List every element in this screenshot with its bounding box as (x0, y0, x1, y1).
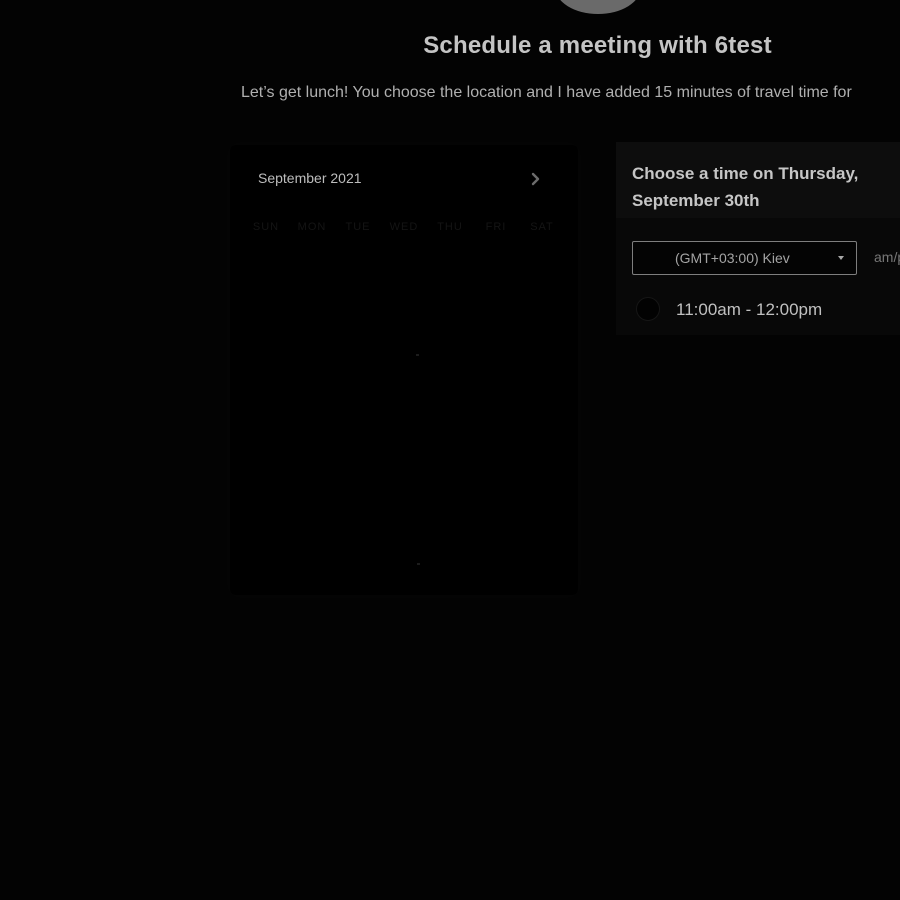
selected-date-heading: Choose a time on Thursday, September 30t… (632, 164, 859, 210)
availability-dot (416, 354, 419, 356)
time-format-toggle[interactable]: am/pm (874, 249, 900, 265)
weekday-label: FRI (485, 221, 507, 233)
time-panel-header: Choose a time on Thursday, September 30t… (616, 142, 900, 218)
weekday-label: THU (437, 221, 463, 233)
timezone-value: (GMT+03:00) Kiev (675, 250, 790, 266)
scheduling-page: Schedule a meeting with 6test Let’s get … (0, 0, 900, 900)
availability-dot (417, 563, 420, 565)
weekday-label: MON (297, 221, 327, 233)
weekday-label: WED (389, 221, 419, 233)
page-title: Schedule a meeting with 6test (423, 32, 772, 59)
caret-down-icon (838, 256, 844, 260)
weekday-label: SAT (530, 221, 554, 233)
time-slot-option[interactable]: 11:00am - 12:00pm (636, 296, 896, 322)
time-slot-panel: Choose a time on Thursday, September 30t… (616, 142, 900, 335)
radio-button[interactable] (636, 297, 660, 321)
meeting-description: Let’s get lunch! You choose the location… (241, 84, 852, 101)
weekday-label: TUE (345, 221, 371, 233)
month-label: September 2021 (258, 170, 362, 186)
next-month-button[interactable] (526, 169, 546, 189)
chevron-right-icon (531, 172, 540, 186)
timezone-select[interactable]: (GMT+03:00) Kiev (632, 241, 857, 275)
weekday-header: SUN MON TUE WED THU FRI SAT (244, 221, 564, 233)
weekday-label: SUN (252, 221, 280, 233)
calendar: September 2021 SUN MON TUE WED THU FRI S… (230, 145, 578, 595)
avatar (555, 0, 641, 14)
time-slot-label: 11:00am - 12:00pm (676, 300, 823, 319)
